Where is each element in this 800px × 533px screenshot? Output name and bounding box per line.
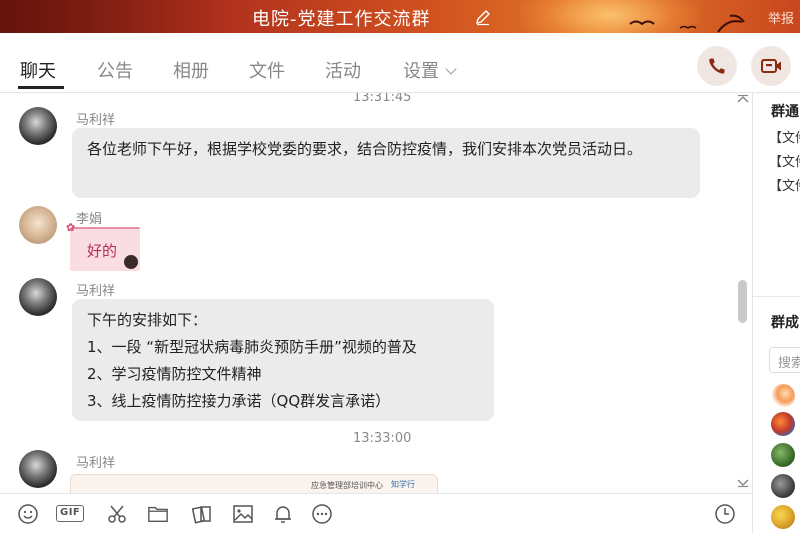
member-avatar[interactable] xyxy=(771,474,795,498)
avatar[interactable] xyxy=(19,107,57,145)
edit-title-icon[interactable] xyxy=(474,8,492,26)
report-link[interactable]: 举报 xyxy=(768,8,794,27)
tab-activity[interactable]: 活动 xyxy=(325,57,361,83)
group-title[interactable]: 电院-党建工作交流群 xyxy=(252,5,431,31)
input-toolbar: GIF xyxy=(0,493,752,533)
scroll-up-icon[interactable] xyxy=(737,94,749,104)
folder-icon[interactable] xyxy=(147,503,169,525)
flower-decoration-icon: ✿ xyxy=(66,221,76,234)
tab-settings[interactable]: 设置 xyxy=(403,57,457,83)
message-line: 2、学习疫情防控文件精神 xyxy=(87,365,262,383)
sticker-character-icon xyxy=(124,255,138,269)
group-info-panel: 群通 【文件 【文件 【文件 群成 搜索 xyxy=(753,93,800,533)
message-timestamp: 13:33:00 xyxy=(353,431,412,446)
image-library-icon[interactable] xyxy=(191,503,213,525)
message-line: 3、线上疫情防控接力承诺（QQ群发言承诺） xyxy=(87,392,391,410)
tab-files[interactable]: 文件 xyxy=(249,57,285,83)
avatar[interactable] xyxy=(19,206,57,244)
image-caption: 应急管理部培训中心 xyxy=(311,481,383,490)
picture-icon[interactable] xyxy=(232,503,254,525)
bell-icon[interactable] xyxy=(272,503,294,525)
image-caption-brand: 知学行 xyxy=(391,480,415,489)
sender-name: 马利祥 xyxy=(76,284,116,299)
image-message[interactable]: 应急管理部培训中心 知学行 xyxy=(70,474,438,493)
video-camera-icon xyxy=(761,59,781,73)
sender-name: 马利祥 xyxy=(76,456,116,471)
gif-icon[interactable]: GIF xyxy=(56,505,85,522)
tab-bar: 聊天 公告 相册 文件 活动 设置 xyxy=(0,33,800,93)
avatar[interactable] xyxy=(19,450,57,488)
active-tab-indicator xyxy=(18,86,64,89)
group-members-title: 群成 xyxy=(771,315,799,331)
member-avatar[interactable] xyxy=(771,505,795,529)
title-bar-shade xyxy=(0,0,230,33)
voice-call-button[interactable] xyxy=(697,46,737,86)
member-avatar[interactable] xyxy=(771,443,795,467)
emoji-icon[interactable] xyxy=(17,503,39,525)
phone-icon xyxy=(709,58,725,74)
sticker-message[interactable]: ✿ 好的 xyxy=(66,221,140,271)
title-bar: 电院-党建工作交流群 举报 xyxy=(0,0,800,33)
member-avatar[interactable] xyxy=(771,412,795,436)
notice-item[interactable]: 【文件 xyxy=(769,127,800,146)
more-icon[interactable] xyxy=(311,503,333,525)
birds-decoration-icon xyxy=(629,14,745,33)
chat-message-list[interactable]: 13:31:45 马利祥 各位老师下午好，根据学校党委的要求，结合防控疫情，我们… xyxy=(0,93,752,493)
sender-name: 马利祥 xyxy=(76,113,116,128)
chevron-down-icon xyxy=(445,63,457,75)
chat-scrollbar-thumb[interactable] xyxy=(738,280,747,323)
member-search-input[interactable]: 搜索 xyxy=(769,347,800,373)
tab-chat[interactable]: 聊天 xyxy=(20,57,56,83)
scissors-icon[interactable] xyxy=(106,503,128,525)
history-clock-icon[interactable] xyxy=(714,503,736,525)
message-bubble[interactable]: 各位老师下午好，根据学校党委的要求，结合防控疫情，我们安排本次党员活动日。 xyxy=(72,128,700,198)
video-call-button[interactable] xyxy=(751,46,791,86)
sender-name: 李娟 xyxy=(76,212,103,227)
message-line: 下午的安排如下： xyxy=(87,311,208,329)
notice-item[interactable]: 【文件 xyxy=(769,175,800,194)
tab-album[interactable]: 相册 xyxy=(173,57,209,83)
message-timestamp: 13:31:45 xyxy=(353,93,412,105)
tab-announcement[interactable]: 公告 xyxy=(97,57,133,83)
sticker-text: 好的 xyxy=(87,242,118,260)
message-bubble[interactable]: 下午的安排如下： 1、一段 “新型冠状病毒肺炎预防手册”视频的普及 2、学习疫情… xyxy=(72,299,494,421)
member-avatar[interactable] xyxy=(771,384,795,408)
message-line: 1、一段 “新型冠状病毒肺炎预防手册”视频的普及 xyxy=(87,338,417,356)
notice-item[interactable]: 【文件 xyxy=(769,151,800,170)
avatar[interactable] xyxy=(19,278,57,316)
group-notice-title: 群通 xyxy=(771,104,799,120)
panel-separator xyxy=(753,296,800,297)
tab-settings-label: 设置 xyxy=(403,61,439,82)
scroll-down-icon[interactable] xyxy=(737,478,749,488)
